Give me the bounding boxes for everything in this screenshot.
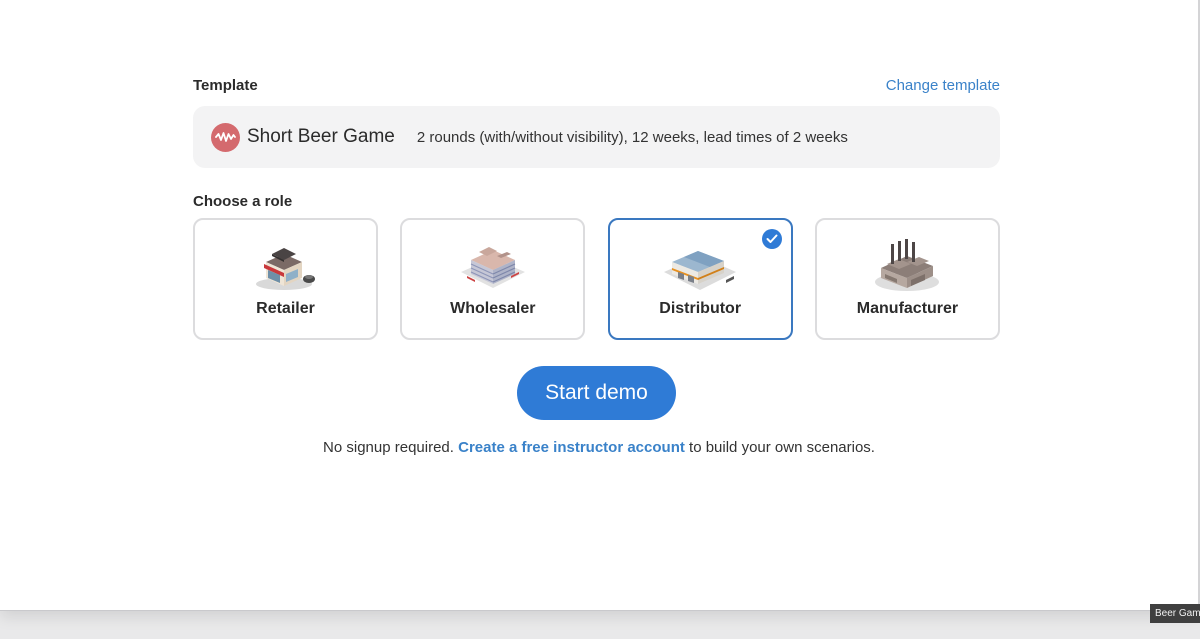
retail-store-icon [255, 248, 315, 290]
window-tooltip: Beer Game [1150, 604, 1200, 623]
role-card-wholesaler[interactable]: Wholesaler [400, 218, 586, 340]
start-demo-button[interactable]: Start demo [517, 366, 676, 420]
template-label: Template [193, 76, 258, 94]
template-summary: Short Beer Game 2 rounds (with/without v… [193, 106, 1000, 168]
role-name: Retailer [256, 300, 315, 317]
role-card-distributor[interactable]: Distributor [607, 218, 793, 340]
waveform-icon [211, 122, 240, 152]
app-window: Template Change template Short Beer Game… [0, 0, 1200, 611]
setup-panel: Template Change template Short Beer Game… [193, 72, 1000, 340]
role-card-manufacturer[interactable]: Manufacturer [814, 218, 1000, 340]
template-name: Short Beer Game [247, 126, 395, 147]
role-name: Distributor [659, 300, 742, 317]
signup-note: No signup required. Create a free instru… [0, 439, 1198, 456]
role-name: Wholesaler [450, 300, 536, 317]
template-description: 2 rounds (with/without visibility), 12 w… [416, 128, 848, 146]
change-template-link[interactable]: Change template [886, 77, 1000, 94]
role-label: Choose a role [193, 192, 293, 210]
warehouse-icon [664, 251, 737, 290]
signup-note-suffix: to build your own scenarios. [689, 439, 875, 456]
create-account-link[interactable]: Create a free instructor account [458, 439, 685, 456]
factory-icon [875, 239, 940, 291]
role-name: Manufacturer [856, 300, 959, 317]
role-header: Choose a role [193, 190, 1000, 212]
template-header: Template Change template [193, 72, 1000, 98]
role-options: Retailer Wholesaler Distributor Manufact… [193, 218, 1000, 340]
signup-note-prefix: No signup required. [323, 439, 454, 456]
checkmark-icon [761, 229, 782, 249]
office-building-icon [460, 247, 525, 288]
role-card-retailer[interactable]: Retailer [193, 218, 378, 340]
